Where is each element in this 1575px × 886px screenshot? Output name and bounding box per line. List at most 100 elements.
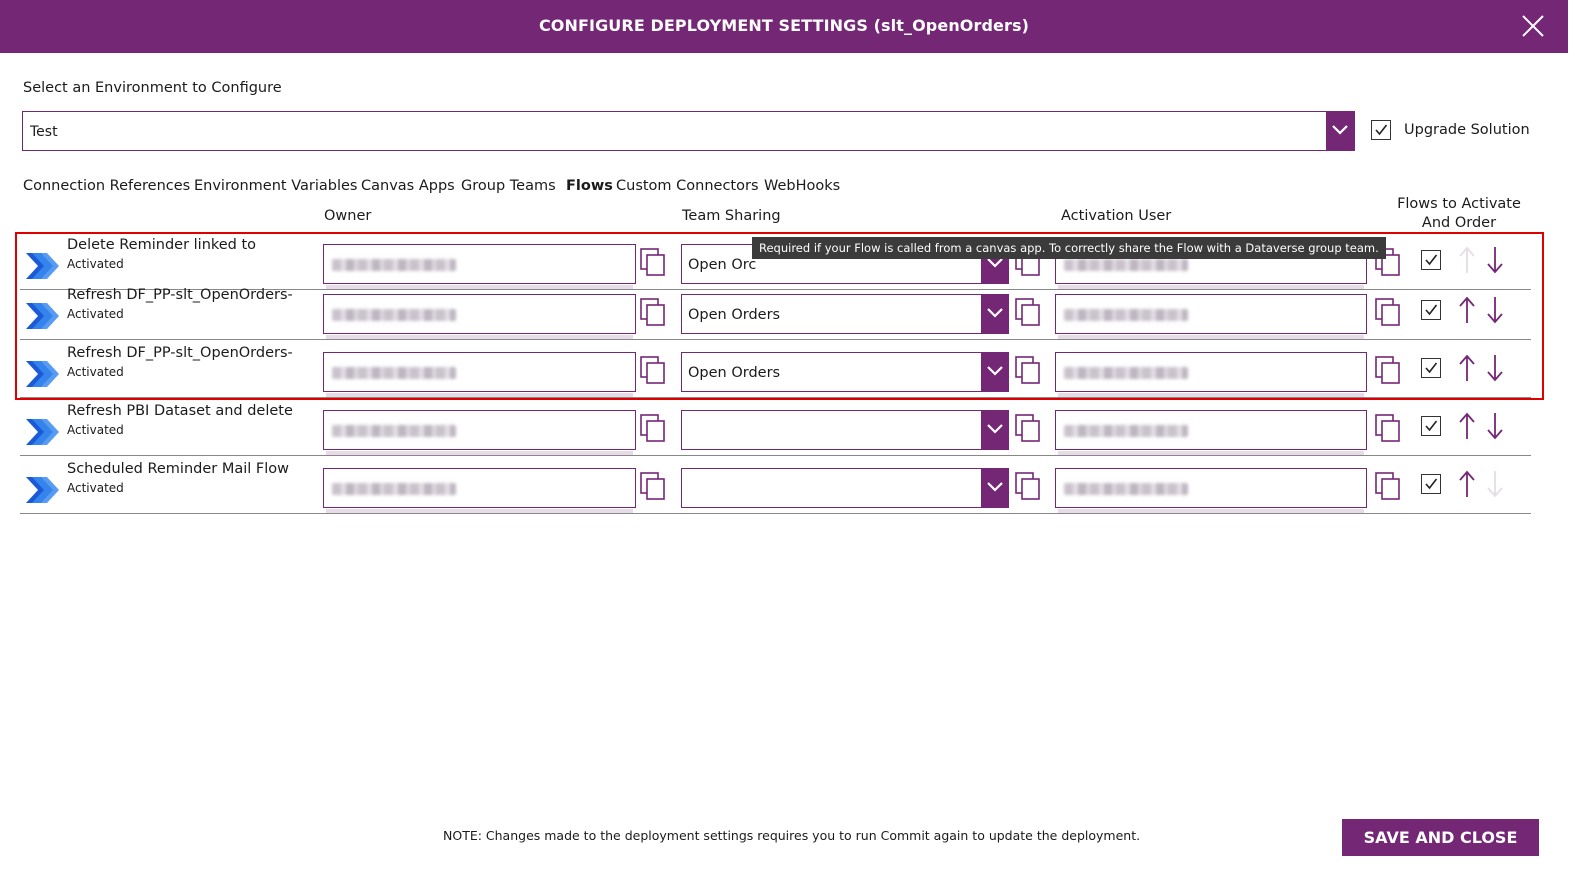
flow-row: Refresh PBI Dataset and delete Activated <box>20 398 1531 456</box>
move-down-arrow-icon[interactable] <box>1486 246 1504 278</box>
flow-status: Activated <box>67 307 124 321</box>
activation-user-value-redacted <box>1064 425 1188 437</box>
flow-row: Scheduled Reminder Mail Flow Activated <box>20 456 1531 514</box>
copy-team-icon[interactable] <box>1015 414 1041 442</box>
copy-owner-icon[interactable] <box>640 298 666 326</box>
copy-activation-user-icon[interactable] <box>1375 472 1401 500</box>
copy-team-icon[interactable] <box>1015 472 1041 500</box>
move-down-arrow-icon[interactable] <box>1486 354 1504 386</box>
footer-note: NOTE: Changes made to the deployment set… <box>443 828 1141 843</box>
upgrade-solution-label: Upgrade Solution <box>1404 122 1530 138</box>
chevron-down-icon[interactable] <box>981 411 1008 449</box>
field-shadow <box>326 335 633 339</box>
flow-status: Activated <box>67 423 124 437</box>
environment-dropdown[interactable]: Test <box>22 111 1355 151</box>
chevron-down-icon[interactable] <box>981 469 1008 507</box>
owner-input[interactable] <box>323 244 636 289</box>
flow-status: Activated <box>67 365 124 379</box>
move-down-arrow-icon[interactable] <box>1486 412 1504 444</box>
move-down-arrow-icon[interactable] <box>1486 296 1504 328</box>
owner-input[interactable] <box>323 352 636 397</box>
copy-team-icon[interactable] <box>1015 356 1041 384</box>
move-down-arrow-icon[interactable] <box>1486 470 1504 502</box>
team-sharing-dropdown[interactable]: Open Orders <box>681 352 1009 392</box>
copy-owner-icon[interactable] <box>640 248 666 276</box>
field-shadow <box>1058 335 1364 339</box>
tab-connection-references[interactable]: Connection References <box>23 178 190 194</box>
copy-owner-icon[interactable] <box>640 356 666 384</box>
move-up-arrow-icon[interactable] <box>1458 354 1476 386</box>
move-up-arrow-icon[interactable] <box>1458 296 1476 328</box>
power-automate-flow-icon <box>26 303 60 333</box>
team-sharing-column-header: Team Sharing <box>682 208 781 224</box>
copy-activation-user-icon[interactable] <box>1375 356 1401 384</box>
team-sharing-dropdown[interactable] <box>681 468 1009 508</box>
owner-column-header: Owner <box>324 208 372 224</box>
activation-user-input[interactable] <box>1055 294 1367 339</box>
chevron-down-icon[interactable] <box>1326 112 1354 150</box>
move-up-arrow-icon[interactable] <box>1458 470 1476 502</box>
flow-row: Refresh DF_PP-slt_OpenOrders- Activated Op… <box>20 282 1531 340</box>
activate-flow-checkbox[interactable] <box>1421 250 1441 270</box>
copy-team-icon[interactable] <box>1015 298 1041 326</box>
copy-activation-user-icon[interactable] <box>1375 414 1401 442</box>
team-sharing-dropdown[interactable] <box>681 410 1009 450</box>
owner-input[interactable] <box>323 410 636 455</box>
chevron-down-icon[interactable] <box>981 353 1008 391</box>
power-automate-flow-icon <box>26 253 60 283</box>
owner-value-redacted <box>332 367 456 379</box>
activate-flow-checkbox[interactable] <box>1421 416 1441 436</box>
flow-name: Refresh DF_PP-slt_OpenOrders- <box>67 287 293 303</box>
owner-value-redacted <box>332 425 456 437</box>
activation-user-value-redacted <box>1064 483 1188 495</box>
activate-flow-checkbox[interactable] <box>1421 358 1441 378</box>
field-shadow <box>326 393 633 397</box>
team-sharing-dropdown[interactable]: Open Orders <box>681 294 1009 334</box>
activation-user-input[interactable] <box>1055 468 1367 513</box>
close-icon[interactable] <box>1520 13 1546 39</box>
copy-activation-user-icon[interactable] <box>1375 298 1401 326</box>
owner-value-redacted <box>332 259 456 271</box>
owner-input[interactable] <box>323 294 636 339</box>
flow-status: Activated <box>67 257 124 271</box>
dialog-titlebar: CONFIGURE DEPLOYMENT SETTINGS (slt_OpenO… <box>0 0 1568 53</box>
environment-label: Select an Environment to Configure <box>23 80 282 96</box>
flow-row: Refresh DF_PP-slt_OpenOrders- Activated Op… <box>20 340 1531 398</box>
tab-group-teams[interactable]: Group Teams <box>461 178 556 194</box>
activation-user-input[interactable] <box>1055 352 1367 397</box>
team-sharing-value: Open Orc <box>688 257 757 273</box>
team-sharing-value: Open Orders <box>688 365 781 381</box>
upgrade-solution-checkbox[interactable] <box>1371 120 1391 140</box>
field-shadow <box>326 509 633 513</box>
flows-order-column-header: Flows to Activate And Order <box>1397 196 1521 231</box>
chevron-down-icon[interactable] <box>981 295 1008 333</box>
owner-value-redacted <box>332 483 456 495</box>
flow-name: Refresh PBI Dataset and delete <box>67 403 293 419</box>
owner-input[interactable] <box>323 468 636 513</box>
move-up-arrow-icon[interactable] <box>1458 412 1476 444</box>
flow-name: Scheduled Reminder Mail Flow <box>67 461 289 477</box>
save-and-close-button[interactable]: SAVE AND CLOSE <box>1342 819 1539 856</box>
team-sharing-tooltip: Required if your Flow is called from a c… <box>752 237 1386 259</box>
field-shadow <box>1058 393 1364 397</box>
copy-owner-icon[interactable] <box>640 472 666 500</box>
activate-flow-checkbox[interactable] <box>1421 474 1441 494</box>
tab-webhooks[interactable]: WebHooks <box>764 178 840 194</box>
tab-canvas-apps[interactable]: Canvas Apps <box>361 178 455 194</box>
activation-user-value-redacted <box>1064 309 1188 321</box>
flow-status: Activated <box>67 481 124 495</box>
move-up-arrow-icon[interactable] <box>1458 246 1476 278</box>
field-shadow <box>1058 451 1364 455</box>
dialog-title: CONFIGURE DEPLOYMENT SETTINGS (slt_OpenO… <box>538 16 1030 35</box>
activation-user-input[interactable] <box>1055 410 1367 455</box>
tab-custom-connectors[interactable]: Custom Connectors <box>616 178 759 194</box>
environment-selected-value: Test <box>30 124 58 140</box>
copy-owner-icon[interactable] <box>640 414 666 442</box>
team-sharing-value: Open Orders <box>688 307 781 323</box>
power-automate-flow-icon <box>26 419 60 449</box>
tab-environment-variables[interactable]: Environment Variables <box>194 178 357 194</box>
tab-flows[interactable]: Flows <box>566 178 613 194</box>
activation-user-value-redacted <box>1064 259 1188 271</box>
activate-flow-checkbox[interactable] <box>1421 300 1441 320</box>
flow-name: Delete Reminder linked to <box>67 237 257 253</box>
